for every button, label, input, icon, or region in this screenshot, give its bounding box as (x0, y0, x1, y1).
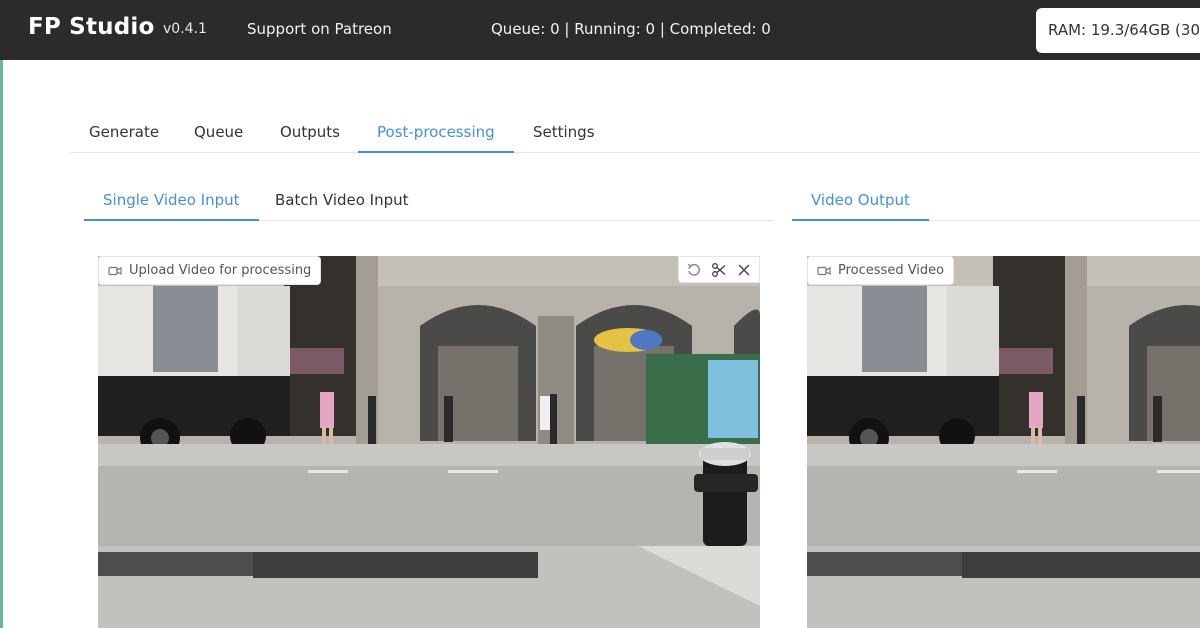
input-video-player[interactable]: Upload Video for processing (98, 256, 760, 628)
video-edit-toolbar (678, 256, 760, 283)
undo-icon (687, 263, 701, 276)
ram-status: RAM: 19.3/64GB (30 (1036, 8, 1200, 53)
trim-button[interactable] (708, 259, 730, 281)
top-bar: FP Studio v0.4.1 Support on Patreon Queu… (0, 0, 1200, 60)
app-title: FP Studio (28, 14, 155, 40)
tab-queue[interactable]: Queue (175, 114, 262, 153)
input-video-label: Upload Video for processing (98, 256, 322, 285)
tab-settings[interactable]: Settings (514, 114, 614, 153)
output-video-label: Processed Video (807, 256, 955, 285)
video-camera-icon (108, 266, 122, 276)
undo-button[interactable] (683, 259, 705, 281)
video-camera-icon (817, 266, 831, 276)
input-tab-bar: Single Video Input Batch Video Input (84, 182, 774, 221)
output-tab-bar: Video Output (792, 182, 1200, 221)
clear-video-button[interactable] (733, 259, 755, 281)
close-icon (738, 263, 750, 276)
tab-video-output[interactable]: Video Output (792, 182, 929, 221)
output-video-frame (807, 256, 1200, 628)
tab-single-video-input[interactable]: Single Video Input (84, 182, 259, 221)
patreon-link[interactable]: Support on Patreon (247, 20, 392, 38)
queue-status: Queue: 0 | Running: 0 | Completed: 0 (491, 20, 771, 38)
app-version: v0.4.1 (163, 21, 207, 37)
tab-generate[interactable]: Generate (70, 114, 178, 153)
scissors-icon (712, 262, 726, 277)
output-video-player[interactable]: Processed Video (807, 256, 1200, 628)
tab-batch-video-input[interactable]: Batch Video Input (256, 182, 428, 221)
input-video-label-text: Upload Video for processing (129, 263, 312, 278)
left-accent-border (0, 60, 3, 628)
main-tab-bar: Generate Queue Outputs Post-processing S… (70, 114, 1200, 153)
input-video-frame (98, 256, 760, 628)
tab-post-processing[interactable]: Post-processing (358, 114, 514, 153)
output-video-label-text: Processed Video (838, 263, 945, 278)
tab-outputs[interactable]: Outputs (261, 114, 359, 153)
